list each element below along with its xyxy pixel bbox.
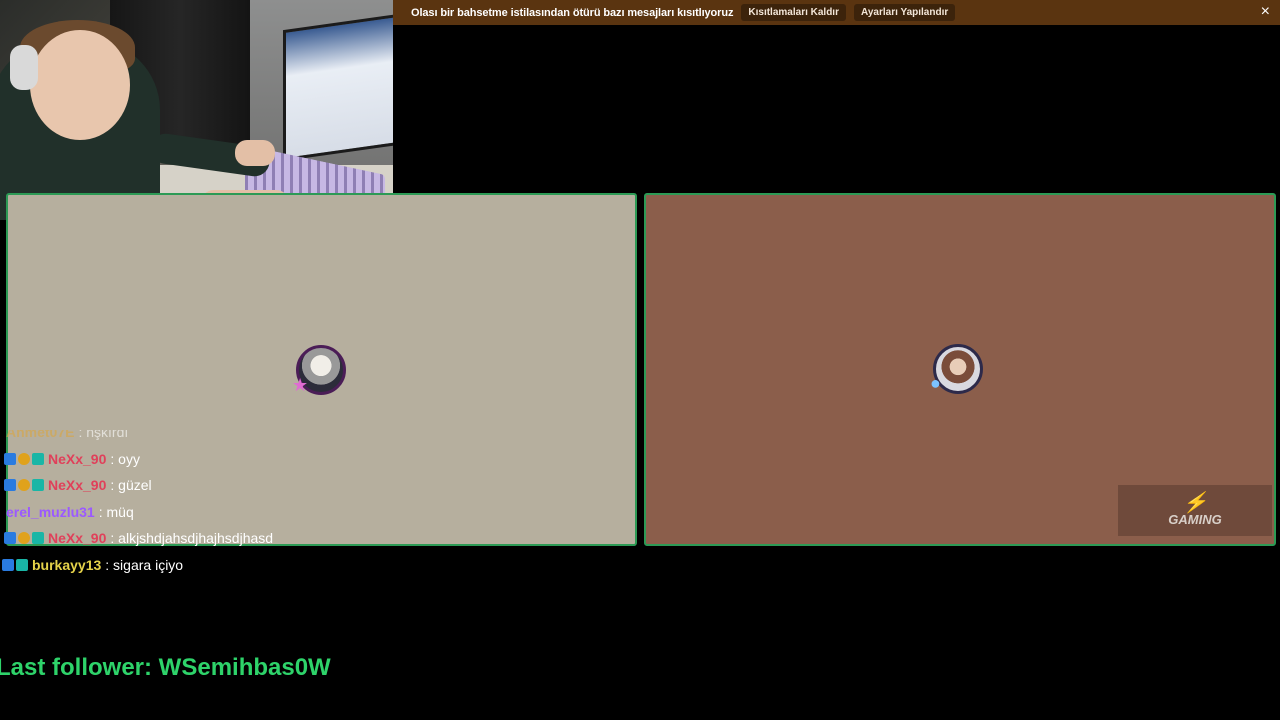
chat-username: NeXx_90 [48,530,107,546]
lightning-icon: ⚡ [1182,492,1208,514]
voice-tile-right[interactable]: ● ⚡ GAMING [644,193,1276,546]
prime-badge-icon [4,532,16,544]
chat-username: erel_muzlu31 [6,504,95,520]
last-follower-label: Last follower: WSemihbas0W [0,654,331,681]
prime-badge-icon [4,453,16,465]
logo-text: GAMING [1168,512,1222,527]
headphones-icon [10,45,38,90]
star-decoration-icon: ★ [292,375,309,395]
gaming-logo: ⚡ GAMING [1118,485,1272,536]
chat-message: NeXx_90 : alkjshdjahsdjhajhsdjhasd [4,526,273,550]
chat-username: NeXx_90 [48,477,107,493]
restriction-banner: Olası bir bahsetme istilasından ötürü ba… [393,0,1280,25]
chat-text: : sigara içiyo [105,557,184,573]
gift-badge-icon [32,532,44,544]
emoji-decoration-icon: ● [930,373,941,393]
chat-message: erel_muzlu31 : müq [4,500,134,524]
chat-text: : güzel [110,477,152,493]
chat-message: NeXx_90 : güzel [4,473,152,497]
chat-username: NeXx_90 [48,451,107,467]
remove-restrictions-button[interactable]: Kısıtlamaları Kaldır [741,4,846,21]
webcam-monitor [283,13,393,162]
webcam-head [30,30,130,140]
gold-coin-badge-icon [18,532,30,544]
configure-settings-button[interactable]: Ayarları Yapılandır [853,4,956,21]
close-icon[interactable]: × [1261,3,1270,21]
chat-username: burkayy13 [32,557,102,573]
chat-text: : alkjshdjahsdjhajhsdjhasd [110,530,274,546]
gold-coin-badge-icon [18,453,30,465]
webcam-hand [235,140,275,166]
prime-badge-icon [2,559,14,571]
gold-coin-badge-icon [18,479,30,491]
chat-text: : müq [98,504,134,520]
banner-message: Olası bir bahsetme istilasından ötürü ba… [411,6,734,19]
gift-badge-icon [32,453,44,465]
gift-badge-icon [16,559,28,571]
gift-badge-icon [32,479,44,491]
chat-message: burkayy13 : sigara içiyo [2,553,183,577]
webcam-feed [0,0,393,220]
prime-badge-icon [4,479,16,491]
chat-message: NeXx_90 : oyy [4,447,140,471]
chat-text: : oyy [110,451,140,467]
